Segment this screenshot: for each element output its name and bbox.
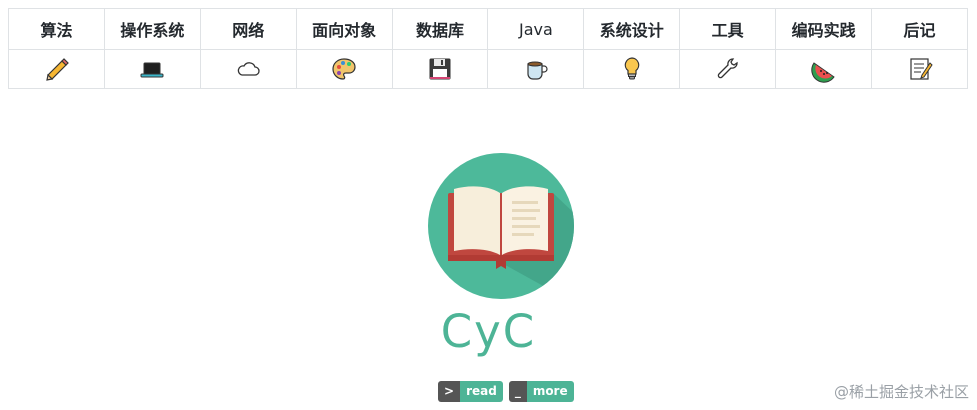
nav-icon-cell-os[interactable] <box>103 49 201 89</box>
nav-header-os[interactable]: 操作系统 <box>103 8 201 50</box>
art-palette-icon[interactable] <box>330 55 358 83</box>
laptop-icon[interactable] <box>138 55 166 83</box>
nav-link-system-design[interactable]: 系统设计 <box>584 17 679 41</box>
nav-header-tools[interactable]: 工具 <box>679 8 777 50</box>
light-bulb-icon[interactable] <box>618 55 646 83</box>
nav-icon-cell-java[interactable] <box>487 49 585 89</box>
nav-icon-cell-tools[interactable] <box>679 49 777 89</box>
nav-link-algorithm[interactable]: 算法 <box>9 17 104 41</box>
nav-header-coding-practice[interactable]: 编码实践 <box>775 8 873 50</box>
nav-link-oop[interactable]: 面向对象 <box>297 17 392 41</box>
nav-header-network[interactable]: 网络 <box>199 8 297 50</box>
nav-header-row: 算法 操作系统 网络 面向对象 数据库 Java 系统设计 工具 编码实践 后记 <box>8 8 968 50</box>
nav-link-network[interactable]: 网络 <box>201 17 296 41</box>
read-badge-prefix: > <box>438 381 461 402</box>
nav-icon-cell-network[interactable] <box>199 49 297 89</box>
cloud-icon[interactable] <box>234 55 262 83</box>
nav-link-postscript[interactable]: 后记 <box>872 17 967 41</box>
nav-header-database[interactable]: 数据库 <box>391 8 489 50</box>
nav-link-coding-practice[interactable]: 编码实践 <box>776 17 871 41</box>
nav-icon-cell-system-design[interactable] <box>583 49 681 89</box>
memo-icon[interactable] <box>906 55 934 83</box>
nav-icon-cell-coding-practice[interactable] <box>775 49 873 89</box>
watermelon-icon[interactable] <box>810 55 838 83</box>
nav-icon-cell-postscript[interactable] <box>871 49 968 89</box>
nav-link-java[interactable]: Java <box>488 20 583 39</box>
nav-icon-cell-database[interactable] <box>391 49 489 89</box>
nav-icon-cell-oop[interactable] <box>295 49 393 89</box>
more-badge-prefix: _ <box>508 381 527 402</box>
nav-link-tools[interactable]: 工具 <box>680 17 775 41</box>
nav-header-postscript[interactable]: 后记 <box>871 8 968 50</box>
read-badge[interactable]: > read <box>438 381 503 402</box>
wrench-icon[interactable] <box>714 55 742 83</box>
more-badge[interactable]: _ more <box>508 381 574 402</box>
pencil-icon[interactable] <box>42 55 70 83</box>
coffee-cup-icon[interactable] <box>522 55 550 83</box>
brand-title: CyC <box>440 305 537 358</box>
nav-icon-row <box>8 49 968 89</box>
nav-link-os[interactable]: 操作系统 <box>105 17 200 41</box>
badge-group: > read _ more <box>438 381 574 402</box>
nav-icon-cell-algorithm[interactable] <box>8 49 105 89</box>
nav-header-algorithm[interactable]: 算法 <box>8 8 105 50</box>
nav-header-java[interactable]: Java <box>487 8 585 50</box>
nav-header-oop[interactable]: 面向对象 <box>295 8 393 50</box>
nav-link-database[interactable]: 数据库 <box>393 17 488 41</box>
page: 算法 操作系统 网络 面向对象 数据库 Java 系统设计 工具 编码实践 后记 <box>0 0 977 410</box>
floppy-disk-icon[interactable] <box>426 55 454 83</box>
nav-header-system-design[interactable]: 系统设计 <box>583 8 681 50</box>
more-badge-label: more <box>526 381 574 402</box>
navigation-table: 算法 操作系统 网络 面向对象 数据库 Java 系统设计 工具 编码实践 后记 <box>8 8 968 89</box>
watermark-text: @稀土掘金技术社区 <box>833 383 969 401</box>
read-badge-label: read <box>460 381 503 402</box>
book-logo-icon <box>428 153 574 299</box>
